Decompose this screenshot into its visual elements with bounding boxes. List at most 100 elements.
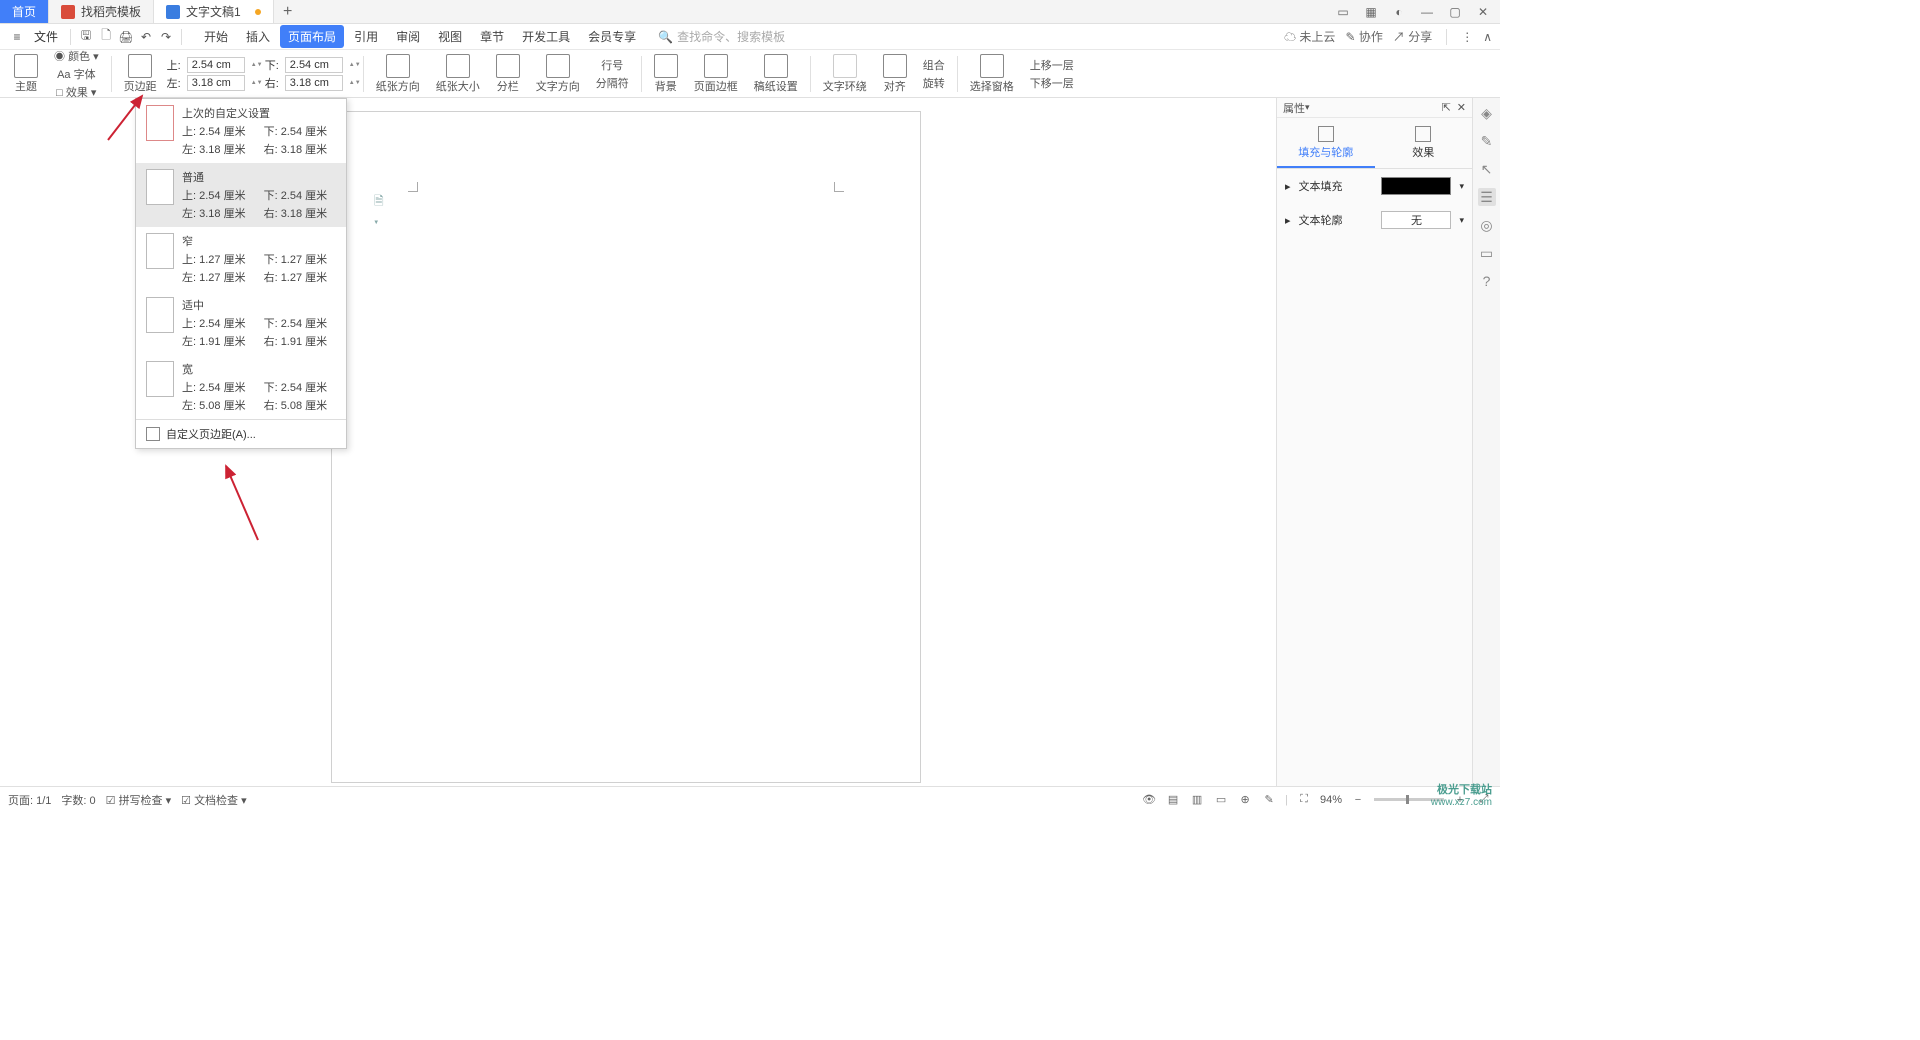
- reading-layout-icon[interactable]: ▭: [1334, 3, 1352, 21]
- collapse-ribbon-icon[interactable]: ∧: [1483, 30, 1492, 44]
- margin-left-input[interactable]: 3.18 cm: [187, 75, 245, 91]
- file-menu[interactable]: 文件: [34, 28, 58, 45]
- margin-preset-normal[interactable]: 普通 上: 2.54 厘米下: 2.54 厘米 左: 3.18 厘米右: 3.1…: [136, 163, 346, 227]
- zoom-slider[interactable]: [1374, 798, 1444, 801]
- mtab-pagelayout[interactable]: 页面布局: [280, 25, 344, 48]
- color-dropdown[interactable]: ◉ 颜色 ▾: [54, 48, 99, 64]
- side-diamond-icon[interactable]: ◈: [1478, 104, 1496, 122]
- expand-icon[interactable]: ▸: [1285, 214, 1291, 227]
- orientation-button[interactable]: 纸张方向: [370, 50, 426, 97]
- theme-button[interactable]: 主题: [8, 50, 44, 97]
- textdirection-button[interactable]: 文字方向: [530, 50, 586, 97]
- fullscreen-icon[interactable]: ⤢: [1476, 792, 1492, 808]
- eye-icon[interactable]: 👁: [1141, 792, 1157, 808]
- zoom-value[interactable]: 94%: [1320, 794, 1342, 806]
- print-icon[interactable]: 🖨: [117, 28, 135, 46]
- document-page[interactable]: 🗎▾: [332, 112, 920, 782]
- status-words[interactable]: 字数: 0: [61, 792, 95, 808]
- papersize-button[interactable]: 纸张大小: [430, 50, 486, 97]
- command-search[interactable]: 🔍 查找命令、搜索模板: [658, 28, 785, 45]
- status-page[interactable]: 页面: 1/1: [8, 792, 51, 808]
- share-button[interactable]: ↗ 分享: [1393, 28, 1432, 45]
- zoom-in-button[interactable]: +: [1452, 792, 1468, 808]
- dropdown-caret-icon[interactable]: ▾: [1459, 181, 1464, 192]
- zoom-out-button[interactable]: −: [1350, 792, 1366, 808]
- mtab-member[interactable]: 会员专享: [580, 25, 644, 48]
- panel-pin-icon[interactable]: ⇱: [1442, 101, 1451, 114]
- side-arrow-icon[interactable]: ↖: [1478, 160, 1496, 178]
- mtab-start[interactable]: 开始: [196, 25, 236, 48]
- breaks-dropdown[interactable]: 分隔符: [596, 75, 629, 91]
- menu-hamburger-icon[interactable]: ≡: [8, 28, 26, 46]
- print-preview-icon[interactable]: 🗋: [97, 28, 115, 46]
- tab-effects[interactable]: 效果: [1375, 118, 1473, 168]
- custom-margins-button[interactable]: 自定义页边距(A)...: [136, 419, 346, 448]
- background-button[interactable]: 背景: [648, 50, 684, 97]
- spinner[interactable]: ▲▼: [251, 62, 259, 68]
- view-draft-icon[interactable]: ✎: [1261, 792, 1277, 808]
- minimize-button[interactable]: —: [1418, 3, 1436, 21]
- margin-top-label: 上:: [167, 57, 181, 73]
- margins-button[interactable]: 页边距: [118, 50, 163, 97]
- cloud-status[interactable]: ☁ 未上云: [1284, 28, 1335, 45]
- margin-preset-last-custom[interactable]: 上次的自定义设置 上: 2.54 厘米下: 2.54 厘米 左: 3.18 厘米…: [136, 99, 346, 163]
- fit-width-icon[interactable]: ⛶: [1296, 792, 1312, 808]
- status-spellcheck[interactable]: ☑ 拼写检查 ▾: [106, 792, 172, 808]
- mtab-view[interactable]: 视图: [430, 25, 470, 48]
- text-outline-select[interactable]: 无: [1381, 211, 1451, 229]
- view-page-icon[interactable]: ▤: [1165, 792, 1181, 808]
- preset-thumb-icon: [146, 361, 174, 397]
- grid-button[interactable]: 稿纸设置: [748, 50, 804, 97]
- redo-icon[interactable]: ↷: [157, 28, 175, 46]
- margin-preset-narrow[interactable]: 窄 上: 1.27 厘米下: 1.27 厘米 左: 1.27 厘米右: 1.27…: [136, 227, 346, 291]
- mtab-section[interactable]: 章节: [472, 25, 512, 48]
- margin-right-input[interactable]: 3.18 cm: [285, 75, 343, 91]
- dropdown-caret-icon[interactable]: ▾: [1459, 215, 1464, 226]
- mtab-references[interactable]: 引用: [346, 25, 386, 48]
- align-button[interactable]: 对齐: [877, 50, 913, 97]
- view-outline-icon[interactable]: ▥: [1189, 792, 1205, 808]
- properties-panel: 属性▾ ⇱ ✕ 填充与轮廓 效果 ▸ 文本填充 ▾ ▸ 文本轮廓 无▾: [1276, 98, 1472, 786]
- margin-bot-input[interactable]: 2.54 cm: [285, 57, 343, 73]
- columns-button[interactable]: 分栏: [490, 50, 526, 97]
- status-doccheck[interactable]: ☑ 文档检查 ▾: [181, 792, 247, 808]
- spinner[interactable]: ▲▼: [251, 80, 259, 86]
- tab-document[interactable]: 文字文稿1: [154, 0, 274, 23]
- maximize-button[interactable]: ▢: [1446, 3, 1464, 21]
- grid-apps-icon[interactable]: ▦: [1362, 3, 1380, 21]
- close-button[interactable]: ✕: [1474, 3, 1492, 21]
- view-read-icon[interactable]: ▭: [1213, 792, 1229, 808]
- skin-icon[interactable]: ◐: [1390, 3, 1408, 21]
- margin-preset-wide[interactable]: 宽 上: 2.54 厘米下: 2.54 厘米 左: 5.08 厘米右: 5.08…: [136, 355, 346, 419]
- tab-docer[interactable]: 找稻壳模板: [49, 0, 154, 23]
- side-location-icon[interactable]: ◎: [1478, 216, 1496, 234]
- margin-top-input[interactable]: 2.54 cm: [187, 57, 245, 73]
- save-icon[interactable]: 🖫: [77, 28, 95, 46]
- collab-button[interactable]: ✎ 协作: [1345, 28, 1382, 45]
- side-help-icon[interactable]: ?: [1478, 272, 1496, 290]
- separator: [957, 56, 958, 92]
- unsaved-dot-icon: [255, 9, 261, 15]
- tab-home[interactable]: 首页: [0, 0, 49, 23]
- mtab-insert[interactable]: 插入: [238, 25, 278, 48]
- view-web-icon[interactable]: ⊕: [1237, 792, 1253, 808]
- tab-fill-outline[interactable]: 填充与轮廓: [1277, 118, 1375, 168]
- margin-preset-moderate[interactable]: 适中 上: 2.54 厘米下: 2.54 厘米 左: 1.91 厘米右: 1.9…: [136, 291, 346, 355]
- undo-icon[interactable]: ↶: [137, 28, 155, 46]
- text-fill-color[interactable]: [1381, 177, 1451, 195]
- expand-icon[interactable]: ▸: [1285, 180, 1291, 193]
- tab-add-button[interactable]: +: [274, 0, 302, 23]
- side-book-icon[interactable]: ▭: [1478, 244, 1496, 262]
- spinner[interactable]: ▲▼: [349, 80, 357, 86]
- pageborder-button[interactable]: 页面边框: [688, 50, 744, 97]
- side-sliders-icon[interactable]: ☰: [1478, 188, 1496, 206]
- lineno-dropdown[interactable]: 行号: [601, 57, 623, 73]
- font-dropdown[interactable]: Aa 字体: [57, 66, 96, 82]
- mtab-developer[interactable]: 开发工具: [514, 25, 578, 48]
- side-pen-icon[interactable]: ✎: [1478, 132, 1496, 150]
- spinner[interactable]: ▲▼: [349, 62, 357, 68]
- panel-close-icon[interactable]: ✕: [1457, 101, 1466, 114]
- more-icon[interactable]: ⋮: [1461, 30, 1473, 44]
- mtab-review[interactable]: 审阅: [388, 25, 428, 48]
- selection-pane-button[interactable]: 选择窗格: [964, 50, 1020, 97]
